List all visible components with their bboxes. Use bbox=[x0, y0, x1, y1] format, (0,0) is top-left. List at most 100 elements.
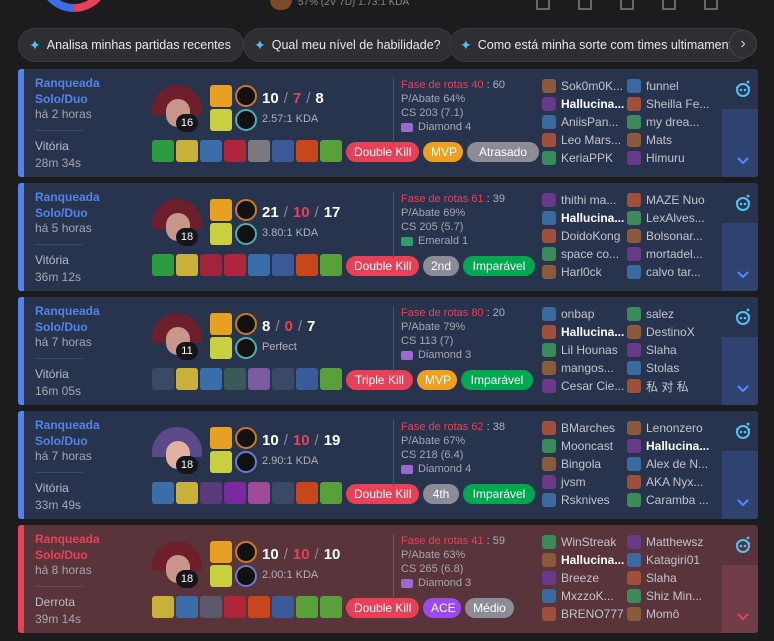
team-player[interactable]: BRENO777 bbox=[542, 605, 628, 623]
expand-details-button[interactable] bbox=[722, 565, 758, 633]
secondary-rune-icon[interactable] bbox=[235, 223, 257, 245]
keystone-rune-icon[interactable] bbox=[235, 427, 257, 449]
keystone-rune-icon[interactable] bbox=[235, 313, 257, 335]
chips-next-button[interactable]: › bbox=[729, 30, 757, 58]
keystone-rune-icon[interactable] bbox=[235, 85, 257, 107]
expand-details-button[interactable] bbox=[722, 451, 758, 519]
team-player[interactable]: Katagiri01 bbox=[627, 551, 713, 569]
team-player[interactable]: thithi ma... bbox=[542, 191, 628, 209]
team-player[interactable]: Breeze bbox=[542, 569, 628, 587]
summoner-spell-flash-icon[interactable] bbox=[210, 541, 232, 563]
team-player[interactable]: my drea... bbox=[627, 113, 713, 131]
summoner-spell-flash-icon[interactable] bbox=[210, 427, 232, 449]
keystone-rune-icon[interactable] bbox=[235, 541, 257, 563]
expand-details-button[interactable] bbox=[722, 223, 758, 291]
team-player[interactable]: Harl0ck bbox=[542, 263, 628, 281]
item-icon[interactable] bbox=[272, 254, 294, 276]
item-icon[interactable] bbox=[224, 368, 246, 390]
item-icon[interactable] bbox=[176, 596, 198, 618]
ai-analysis-button[interactable] bbox=[722, 69, 758, 109]
team-player[interactable]: Momô bbox=[627, 605, 713, 623]
item-icon[interactable] bbox=[248, 140, 270, 162]
item-icon[interactable] bbox=[200, 368, 222, 390]
item-icon[interactable] bbox=[224, 254, 246, 276]
ai-analysis-button[interactable] bbox=[722, 297, 758, 337]
summoner-spell-flash-icon[interactable] bbox=[210, 199, 232, 221]
team-player[interactable]: Hallucina... bbox=[542, 323, 628, 341]
position-jungle-icon[interactable] bbox=[578, 0, 592, 10]
summoner-spell-flash-icon[interactable] bbox=[210, 313, 232, 335]
item-icon[interactable] bbox=[272, 140, 294, 162]
team-player[interactable]: KeriaPPK bbox=[542, 149, 628, 167]
position-all-icon[interactable] bbox=[536, 0, 550, 10]
item-icon[interactable] bbox=[248, 254, 270, 276]
ai-analysis-button[interactable] bbox=[722, 183, 758, 223]
team-player[interactable]: LexAlves... bbox=[627, 209, 713, 227]
item-icon[interactable] bbox=[176, 482, 198, 504]
item-icon[interactable] bbox=[200, 254, 222, 276]
summoner-spell-flash-icon[interactable] bbox=[210, 85, 232, 107]
item-icon[interactable] bbox=[224, 482, 246, 504]
team-player[interactable]: space co... bbox=[542, 245, 628, 263]
team-player[interactable]: Hallucina... bbox=[542, 95, 628, 113]
item-icon[interactable] bbox=[320, 596, 342, 618]
team-player[interactable]: Hallucina... bbox=[542, 551, 628, 569]
secondary-rune-icon[interactable] bbox=[235, 451, 257, 473]
team-player[interactable]: AniisPan... bbox=[542, 113, 628, 131]
team-player[interactable]: 私 对 私 bbox=[627, 377, 713, 395]
position-bot-icon[interactable] bbox=[662, 0, 676, 10]
team-player[interactable]: MAZE Nuo bbox=[627, 191, 713, 209]
item-icon[interactable] bbox=[320, 368, 342, 390]
item-icon[interactable] bbox=[248, 596, 270, 618]
team-player[interactable]: Stolas bbox=[627, 359, 713, 377]
team-player[interactable]: Alex de N... bbox=[627, 455, 713, 473]
secondary-rune-icon[interactable] bbox=[235, 109, 257, 131]
item-icon[interactable] bbox=[296, 596, 318, 618]
item-icon[interactable] bbox=[176, 368, 198, 390]
item-icon[interactable] bbox=[296, 140, 318, 162]
team-player[interactable]: funnel bbox=[627, 77, 713, 95]
team-player[interactable]: Slaha bbox=[627, 341, 713, 359]
summoner-spell-ghost-icon[interactable] bbox=[210, 565, 232, 587]
summoner-spell-ghost-icon[interactable] bbox=[210, 223, 232, 245]
team-player[interactable]: Bolsonar... bbox=[627, 227, 713, 245]
team-player[interactable]: Leo Mars... bbox=[542, 131, 628, 149]
item-icon[interactable] bbox=[296, 254, 318, 276]
team-player[interactable]: Cesar Cie... bbox=[542, 377, 628, 395]
item-icon[interactable] bbox=[200, 482, 222, 504]
item-icon[interactable] bbox=[200, 140, 222, 162]
team-player[interactable]: Himuru bbox=[627, 149, 713, 167]
team-player[interactable]: Caramba ... bbox=[627, 491, 713, 509]
item-icon[interactable] bbox=[176, 140, 198, 162]
team-player[interactable]: Slaha bbox=[627, 569, 713, 587]
team-player[interactable]: Sok0m0K... bbox=[542, 77, 628, 95]
match-card[interactable]: Ranqueada Solo/Duo há 7 horas Vitória 33m 4… bbox=[18, 411, 758, 519]
secondary-rune-icon[interactable] bbox=[235, 565, 257, 587]
team-player[interactable]: Mooncast bbox=[542, 437, 628, 455]
item-icon[interactable] bbox=[176, 254, 198, 276]
match-card[interactable]: Ranqueada Solo/Duo há 7 horas Vitória 16m 0… bbox=[18, 297, 758, 405]
item-icon[interactable] bbox=[248, 368, 270, 390]
team-player[interactable]: DoidoKong bbox=[542, 227, 628, 245]
summoner-spell-ghost-icon[interactable] bbox=[210, 109, 232, 131]
item-icon[interactable] bbox=[200, 596, 222, 618]
team-player[interactable]: Hallucina... bbox=[542, 209, 628, 227]
team-player[interactable]: Matthewsz bbox=[627, 533, 713, 551]
keystone-rune-icon[interactable] bbox=[235, 199, 257, 221]
match-card[interactable]: Ranqueada Solo/Duo há 5 horas Vitória 36m 1… bbox=[18, 183, 758, 291]
team-player[interactable]: MxzzoK... bbox=[542, 587, 628, 605]
team-player[interactable]: Shiz Min... bbox=[627, 587, 713, 605]
item-icon[interactable] bbox=[296, 368, 318, 390]
summoner-spell-ghost-icon[interactable] bbox=[210, 337, 232, 359]
team-player[interactable]: jvsm bbox=[542, 473, 628, 491]
item-icon[interactable] bbox=[296, 482, 318, 504]
team-player[interactable]: Mats bbox=[627, 131, 713, 149]
team-player[interactable]: mangos... bbox=[542, 359, 628, 377]
item-icon[interactable] bbox=[320, 482, 342, 504]
chip-skill-level[interactable]: ✦ Qual meu nível de habilidade? bbox=[243, 28, 454, 62]
ai-analysis-button[interactable] bbox=[722, 411, 758, 451]
match-card[interactable]: Ranqueada Solo/Duo há 8 horas Derrota 39m 1… bbox=[18, 525, 758, 633]
chip-team-luck[interactable]: ✦ Como está minha sorte com times ultima… bbox=[449, 28, 752, 62]
item-icon[interactable] bbox=[152, 482, 174, 504]
team-player[interactable]: salez bbox=[627, 305, 713, 323]
